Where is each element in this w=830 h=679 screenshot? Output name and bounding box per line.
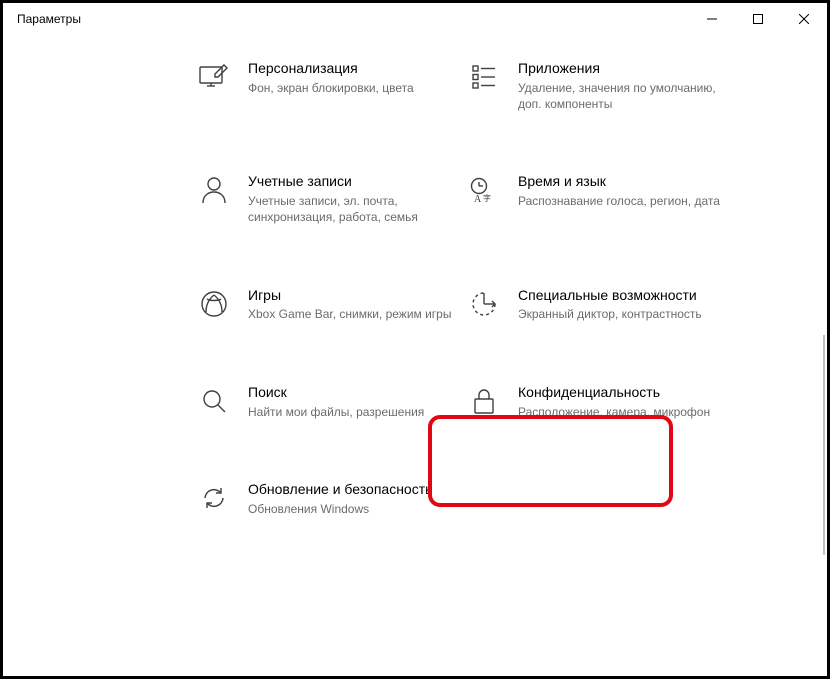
- gaming-icon: [198, 288, 230, 320]
- close-button[interactable]: [781, 3, 827, 35]
- tile-desc: Расположение, камера, микрофон: [518, 404, 722, 420]
- tile-title: Игры: [248, 286, 452, 305]
- tile-title: Обновление и безопасность: [248, 480, 452, 499]
- tile-title: Время и язык: [518, 172, 722, 191]
- tile-accounts[interactable]: Учетные записи Учетные записи, эл. почта…: [190, 166, 460, 231]
- lock-icon: [468, 385, 500, 417]
- tile-title: Персонализация: [248, 59, 452, 78]
- tile-ease-of-access[interactable]: Специальные возможности Экранный диктор,…: [460, 280, 730, 329]
- tile-title: Специальные возможности: [518, 286, 722, 305]
- window-controls: [689, 3, 827, 35]
- settings-grid: Персонализация Фон, экран блокировки, цв…: [133, 53, 787, 523]
- tile-desc: Обновления Windows: [248, 501, 452, 517]
- maximize-button[interactable]: [735, 3, 781, 35]
- tile-gaming[interactable]: Игры Xbox Game Bar, снимки, режим игры: [190, 280, 460, 329]
- titlebar: Параметры: [3, 3, 827, 35]
- tile-title: Учетные записи: [248, 172, 452, 191]
- tile-desc: Экранный диктор, контрастность: [518, 306, 722, 322]
- tile-personalization[interactable]: Персонализация Фон, экран блокировки, цв…: [190, 53, 460, 118]
- tile-title: Поиск: [248, 383, 452, 402]
- tile-title: Приложения: [518, 59, 722, 78]
- tile-time-language[interactable]: A 字 Время и язык Распознавание голоса, р…: [460, 166, 730, 231]
- apps-icon: [468, 61, 500, 93]
- personalization-icon: [198, 61, 230, 93]
- accounts-icon: [198, 174, 230, 206]
- tile-update-security[interactable]: Обновление и безопасность Обновления Win…: [190, 474, 460, 523]
- update-icon: [198, 482, 230, 514]
- tile-desc: Учетные записи, эл. почта, синхронизация…: [248, 193, 452, 225]
- minimize-button[interactable]: [689, 3, 735, 35]
- settings-content: Персонализация Фон, экран блокировки, цв…: [3, 35, 827, 676]
- settings-window: Параметры: [3, 3, 827, 676]
- window-title: Параметры: [17, 12, 81, 26]
- tile-title: Конфиденциальность: [518, 383, 722, 402]
- tile-search[interactable]: Поиск Найти мои файлы, разрешения: [190, 377, 460, 426]
- tile-desc: Распознавание голоса, регион, дата: [518, 193, 722, 209]
- search-icon: [198, 385, 230, 417]
- tile-desc: Xbox Game Bar, снимки, режим игры: [248, 306, 452, 322]
- ease-of-access-icon: [468, 288, 500, 320]
- svg-text:字: 字: [483, 193, 491, 203]
- scrollbar[interactable]: [823, 335, 825, 555]
- tile-privacy[interactable]: Конфиденциальность Расположение, камера,…: [460, 377, 730, 426]
- time-language-icon: A 字: [468, 174, 500, 206]
- svg-text:A: A: [474, 194, 482, 203]
- tile-desc: Фон, экран блокировки, цвета: [248, 80, 452, 96]
- tile-desc: Найти мои файлы, разрешения: [248, 404, 452, 420]
- tile-desc: Удаление, значения по умолчанию, доп. ко…: [518, 80, 722, 112]
- tile-apps[interactable]: Приложения Удаление, значения по умолчан…: [460, 53, 730, 118]
